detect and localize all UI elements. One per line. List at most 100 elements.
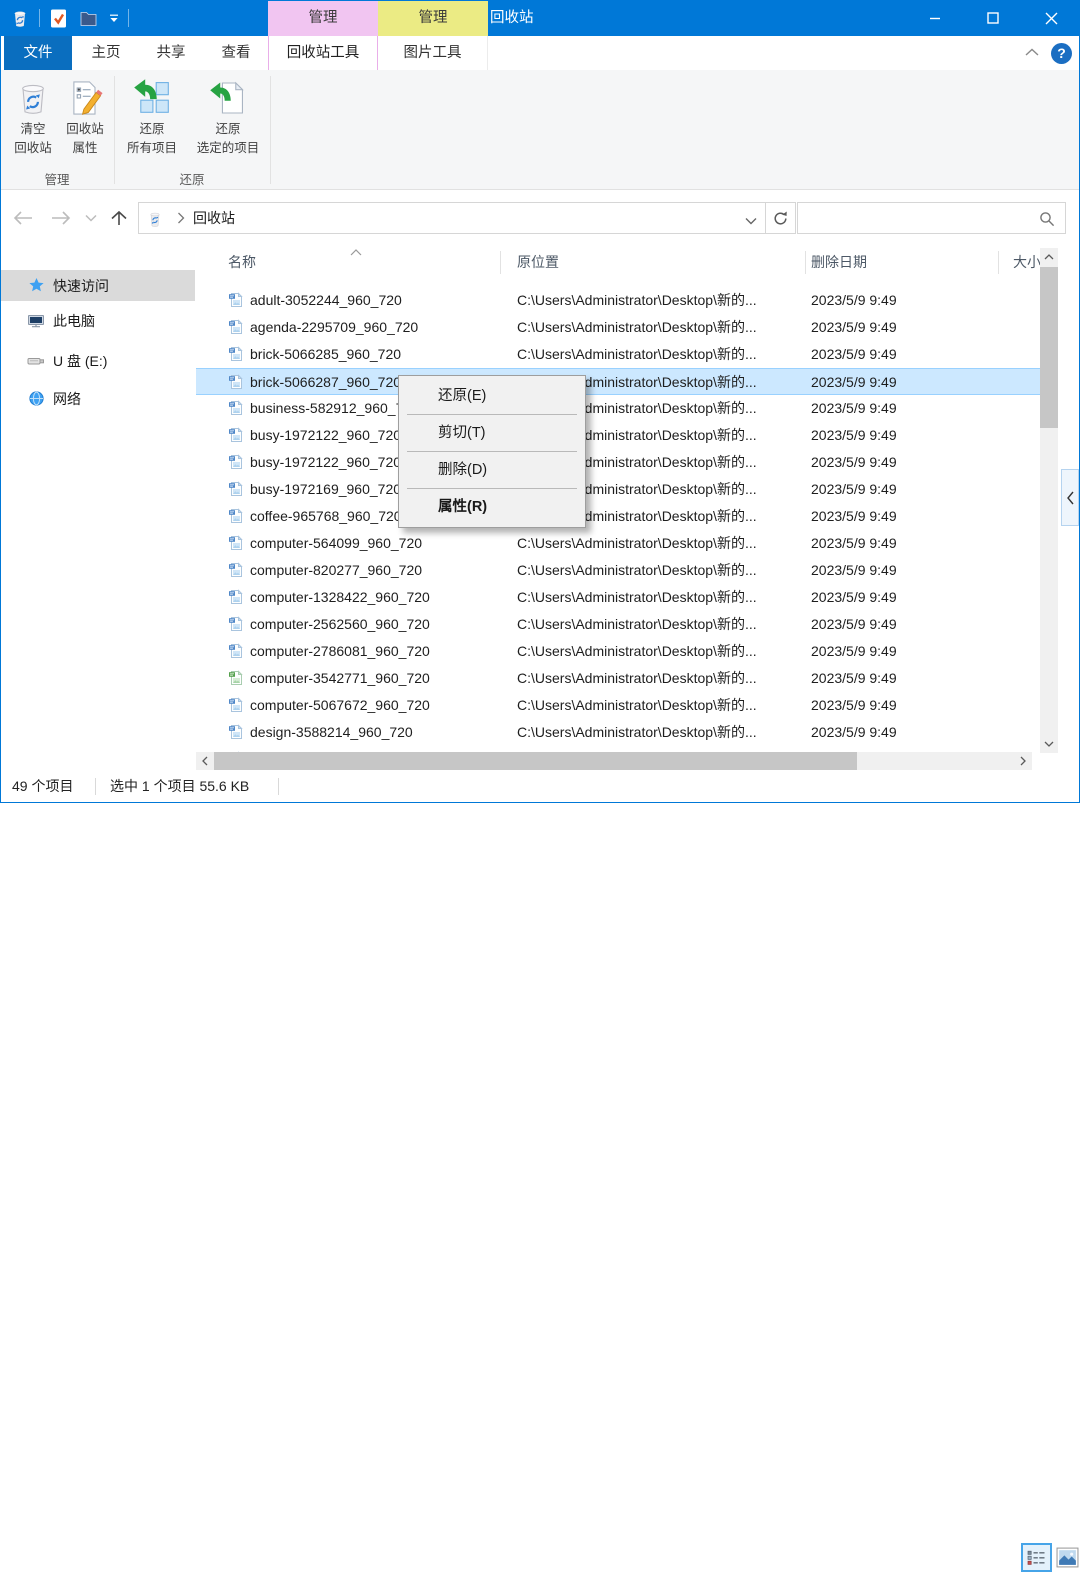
file-row[interactable]: adult-3052244_960_720C:\Users\Administra… [196, 287, 1040, 314]
vertical-scroll-thumb[interactable] [1040, 267, 1058, 428]
button-label: 还原 [139, 122, 164, 136]
panel-expander-button[interactable] [1061, 469, 1079, 526]
menu-item-delete[interactable]: 删除(D) [399, 453, 585, 487]
file-row[interactable]: computer-3542771_960_720C:\Users\Adminis… [196, 665, 1040, 692]
sidebar-item-quick-access[interactable]: 快速访问 [0, 270, 195, 301]
file-name: computer-3542771_960_720 [250, 665, 495, 692]
this-pc-icon [27, 313, 45, 329]
image-file-icon [228, 697, 244, 713]
tab-file[interactable]: 文件 [4, 36, 72, 70]
contextual-tab-group-recycle[interactable]: 管理 [268, 0, 378, 36]
collapse-ribbon-icon[interactable] [1025, 44, 1039, 62]
column-header-name[interactable]: 名称 [228, 248, 256, 277]
image-file-icon [228, 508, 244, 524]
file-row[interactable]: computer-564099_960_720C:\Users\Administ… [196, 530, 1040, 557]
column-header-size[interactable]: 大小 [1013, 248, 1041, 277]
file-row[interactable]: computer-820277_960_720C:\Users\Administ… [196, 557, 1040, 584]
checkmark-icon[interactable] [47, 3, 70, 33]
file-row[interactable]: business-582912_960_720C:\Users\Administ… [196, 395, 1040, 422]
image-file-icon [228, 427, 244, 443]
selection-info: 选中 1 个项目 55.6 KB [110, 771, 249, 802]
image-file-icon [228, 374, 244, 390]
scroll-down-icon[interactable] [1040, 735, 1058, 753]
scroll-up-icon[interactable] [1040, 248, 1058, 266]
contextual-tab-group-picture[interactable]: 管理 [378, 0, 488, 36]
file-row[interactable]: brick-5066287_960_720C:\Users\Administra… [196, 368, 1040, 395]
tab-picture-tools[interactable]: 图片工具 [378, 36, 488, 70]
column-separator[interactable] [998, 251, 999, 274]
details-view-button[interactable] [1021, 1543, 1052, 1572]
file-deleted-date: 2023/5/9 9:49 [811, 557, 991, 584]
tab-home[interactable]: 主页 [80, 36, 132, 70]
file-row[interactable]: busy-1972169_960_720C:\Users\Administrat… [196, 476, 1040, 503]
horizontal-scrollbar[interactable] [196, 752, 1032, 770]
address-dropdown-icon[interactable] [745, 212, 757, 230]
file-name: computer-1328422_960_720 [250, 584, 495, 611]
restore-selected-items-icon [208, 78, 248, 118]
scroll-right-icon[interactable] [1014, 752, 1032, 770]
image-file-icon [228, 454, 244, 470]
maximize-button[interactable] [964, 0, 1022, 36]
column-separator[interactable] [500, 251, 501, 274]
qat-dropdown-arrow-icon[interactable] [107, 3, 121, 33]
column-header-original-location[interactable]: 原位置 [517, 248, 559, 277]
sidebar: 快速访问 此电脑 U 盘 (E:) 网络 [0, 245, 195, 752]
column-separator[interactable] [805, 251, 806, 274]
ribbon-group-label-manage: 管理 [0, 170, 114, 190]
minimize-button[interactable] [906, 0, 964, 36]
recycle-bin-small-icon [147, 210, 163, 227]
ribbon-group-separator [114, 76, 115, 184]
file-deleted-date: 2023/5/9 9:49 [811, 341, 991, 368]
up-icon[interactable] [108, 190, 130, 245]
tab-recycle-bin-tools[interactable]: 回收站工具 [268, 36, 378, 70]
file-row[interactable]: computer-2786081_960_720C:\Users\Adminis… [196, 638, 1040, 665]
search-box[interactable] [797, 202, 1066, 234]
scroll-left-icon[interactable] [196, 752, 214, 770]
menu-item-cut[interactable]: 剪切(T) [399, 416, 585, 450]
menu-item-restore[interactable]: 还原(E) [399, 379, 585, 413]
back-icon[interactable] [12, 190, 34, 245]
refresh-button[interactable] [765, 202, 796, 234]
network-icon [27, 390, 45, 407]
search-input[interactable] [804, 205, 1028, 231]
file-original-location: C:\Users\Administrator\Desktop\新的... [517, 611, 803, 638]
horizontal-scroll-thumb[interactable] [214, 752, 857, 770]
file-deleted-date: 2023/5/9 9:49 [811, 287, 991, 314]
file-row[interactable]: design-3588214_960_720C:\Users\Administr… [196, 719, 1040, 746]
tab-share[interactable]: 共享 [145, 36, 197, 70]
folder-icon[interactable] [77, 3, 100, 33]
address-bar[interactable]: 回收站 [138, 202, 766, 234]
forward-icon[interactable] [50, 190, 72, 245]
file-original-location: C:\Users\Administrator\Desktop\新的... [517, 692, 803, 719]
file-name: computer-5067672_960_720 [250, 692, 495, 719]
recycle-bin-icon[interactable] [8, 3, 32, 33]
image-file-icon [228, 562, 244, 578]
tab-view[interactable]: 查看 [210, 36, 262, 70]
file-row[interactable]: computer-5067672_960_720 C:\Users\Adminis… [196, 692, 1040, 719]
breadcrumb-location[interactable]: 回收站 [193, 208, 235, 228]
close-button[interactable] [1022, 0, 1080, 36]
file-row[interactable]: brick-5066285_960_720C:\Users\Administra… [196, 341, 1040, 368]
recent-locations-icon[interactable] [85, 190, 97, 245]
menu-item-properties[interactable]: 属性(R) [399, 490, 585, 524]
file-row[interactable]: agenda-2295709_960_720C:\Users\Administr… [196, 314, 1040, 341]
sidebar-item-network[interactable]: 网络 [0, 383, 195, 414]
help-icon[interactable]: ? [1051, 43, 1072, 64]
file-row[interactable]: coffee-965768_960_720C:\Users\Administra… [196, 503, 1040, 530]
breadcrumb-chevron-icon[interactable] [177, 212, 185, 224]
file-row[interactable]: busy-1972122_960_720C:\Users\Administrat… [196, 422, 1040, 449]
column-header-date-deleted[interactable]: 删除日期 [811, 248, 867, 277]
sidebar-item-this-pc[interactable]: 此电脑 [0, 305, 195, 336]
vertical-scrollbar[interactable] [1040, 248, 1058, 753]
file-row[interactable]: busy-1972122_960_720C:\Users\Administrat… [196, 449, 1040, 476]
large-icons-view-button[interactable] [1056, 1546, 1079, 1569]
sidebar-item-usb-drive[interactable]: U 盘 (E:) [0, 345, 195, 376]
context-menu: 还原(E) 剪切(T) 删除(D) 属性(R) [398, 375, 586, 528]
file-row[interactable]: computer-1328422_960_720C:\Users\Adminis… [196, 584, 1040, 611]
file-row[interactable]: computer-2562560_960_720C:\Users\Adminis… [196, 611, 1040, 638]
image-file-icon [228, 589, 244, 605]
titlebar: 管理 管理 回收站 [0, 0, 1080, 36]
ribbon: 清空 回收站 回收站 属性 还原 所有项目 还原 选定的项目 管理 还原 [0, 70, 1080, 190]
file-deleted-date: 2023/5/9 9:49 [811, 476, 991, 503]
image-file-icon [228, 481, 244, 497]
